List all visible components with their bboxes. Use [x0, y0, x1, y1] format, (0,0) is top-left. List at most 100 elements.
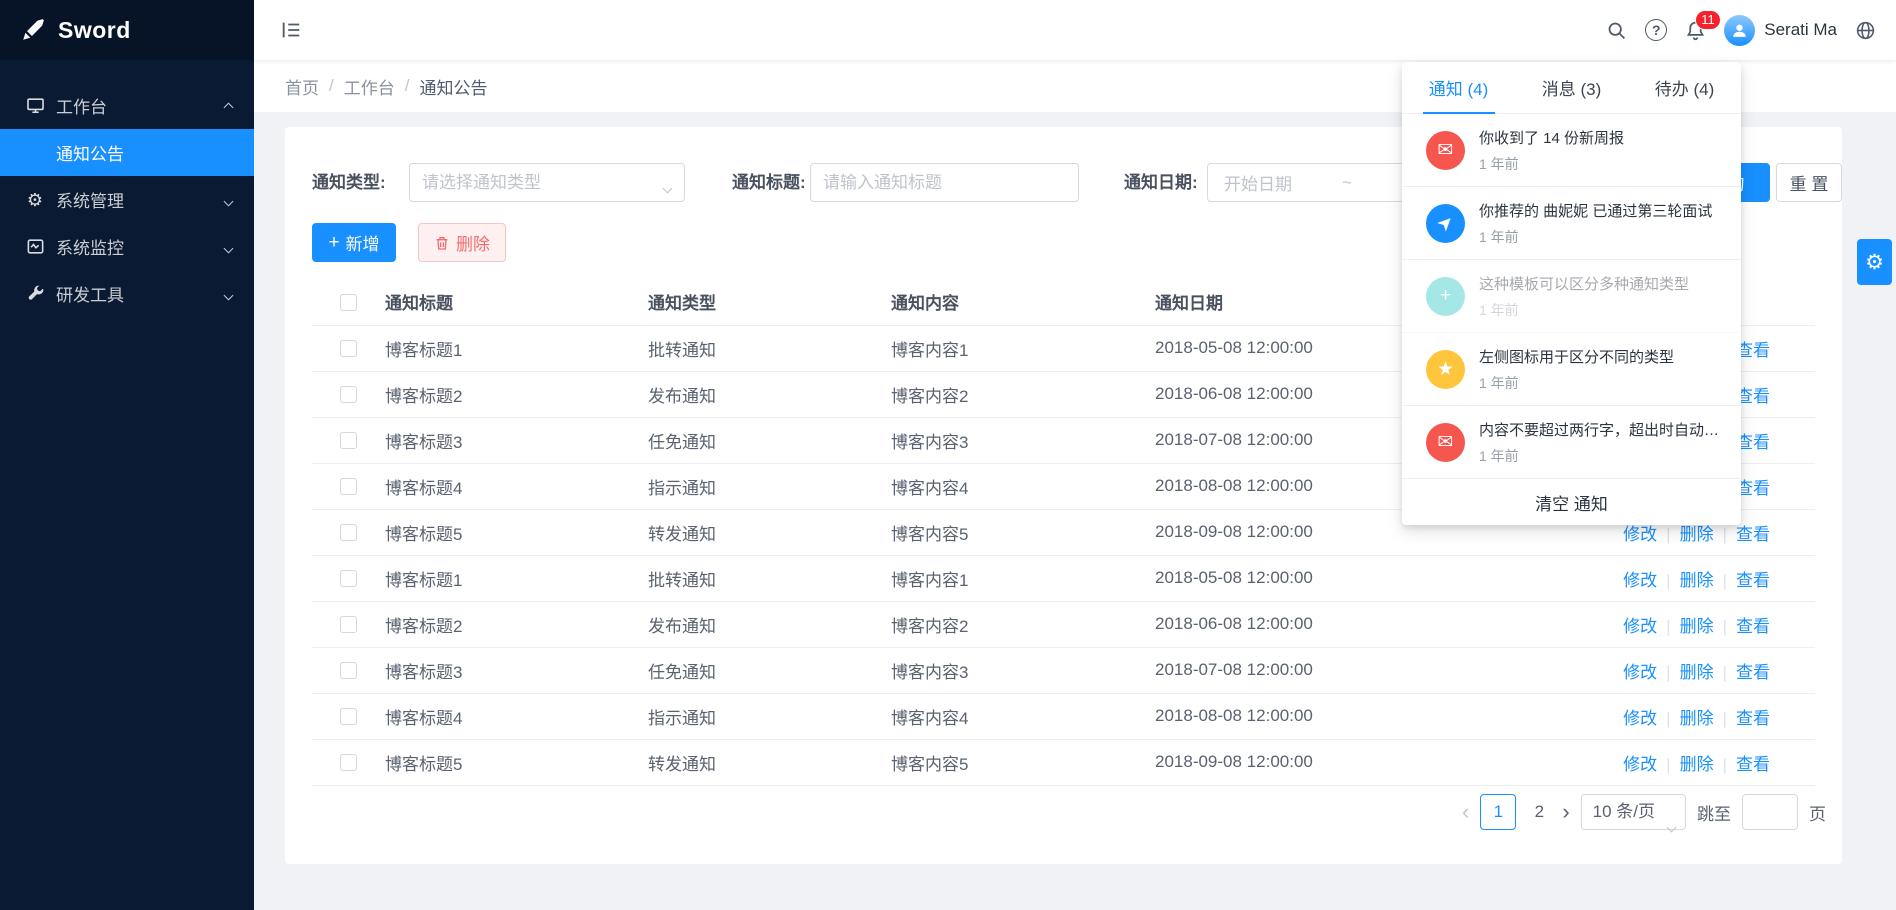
table-row: 博客标题3 任免通知 博客内容3 2018-07-08 12:00:00 修改|…: [312, 647, 1815, 693]
mail-icon: ✉: [1426, 131, 1465, 170]
row-checkbox[interactable]: [340, 386, 357, 403]
view-link[interactable]: 查看: [1736, 525, 1770, 544]
jump-to-label: 跳至: [1697, 800, 1731, 825]
edit-link[interactable]: 修改: [1623, 525, 1657, 544]
edit-link[interactable]: 修改: [1623, 571, 1657, 590]
logo[interactable]: Sword: [0, 0, 254, 60]
row-checkbox[interactable]: [340, 570, 357, 587]
reset-button[interactable]: 重 置: [1776, 163, 1842, 202]
gear-icon: ⚙: [1865, 250, 1884, 275]
notification-item[interactable]: ➤ 你推荐的 曲妮妮 已通过第三轮面试 1 年前: [1402, 187, 1741, 260]
clear-notifications-button[interactable]: 清空 通知: [1402, 479, 1741, 525]
action-divider: |: [1666, 663, 1670, 682]
cell-type: 批转通知: [635, 555, 878, 601]
edit-link[interactable]: 修改: [1623, 617, 1657, 636]
sidebar-item-system-monitor[interactable]: 系统监控: [0, 223, 254, 270]
view-link[interactable]: 查看: [1736, 709, 1770, 728]
row-checkbox[interactable]: [340, 432, 357, 449]
table-row: 博客标题1 批转通知 博客内容1 2018-05-08 12:00:00 修改|…: [312, 555, 1815, 601]
notice-type-select[interactable]: [409, 163, 685, 202]
chevron-down-icon: [1668, 809, 1675, 843]
view-link[interactable]: 查看: [1736, 479, 1770, 498]
add-button[interactable]: + 新增: [312, 223, 396, 262]
cell-content: 博客内容2: [878, 601, 1142, 647]
delete-link[interactable]: 删除: [1680, 617, 1714, 636]
row-checkbox[interactable]: [340, 662, 357, 679]
edit-link[interactable]: 修改: [1623, 755, 1657, 774]
app-window: Sword 工作台 通知公告 ⚙ 系统管理: [0, 0, 1896, 910]
view-link[interactable]: 查看: [1736, 387, 1770, 406]
sword-logo-icon: [20, 17, 46, 43]
delete-link[interactable]: 删除: [1680, 755, 1714, 774]
view-link[interactable]: 查看: [1736, 433, 1770, 452]
notification-item[interactable]: ★ 左侧图标用于区分不同的类型 1 年前: [1402, 333, 1741, 406]
page-number-1[interactable]: 1: [1480, 794, 1516, 830]
row-checkbox[interactable]: [340, 754, 357, 771]
delete-link[interactable]: 删除: [1680, 525, 1714, 544]
notice-date-label: 通知日期:: [1124, 163, 1198, 202]
view-link[interactable]: 查看: [1736, 663, 1770, 682]
notification-item[interactable]: + 这种模板可以区分多种通知类型 1 年前: [1402, 260, 1741, 333]
row-checkbox[interactable]: [340, 708, 357, 725]
delete-button[interactable]: 删除: [418, 223, 506, 262]
page-number-2[interactable]: 2: [1527, 802, 1551, 822]
row-checkbox[interactable]: [340, 524, 357, 541]
table-row: 博客标题5 转发通知 博客内容5 2018-09-08 12:00:00 修改|…: [312, 739, 1815, 785]
row-checkbox[interactable]: [340, 616, 357, 633]
notification-title: 你收到了 14 份新周报: [1479, 127, 1624, 148]
sidebar-item-notice[interactable]: 通知公告: [0, 129, 254, 176]
breadcrumb-section[interactable]: 工作台: [344, 74, 395, 99]
delete-link[interactable]: 删除: [1680, 663, 1714, 682]
view-link[interactable]: 查看: [1736, 341, 1770, 360]
table-toolbar: + 新增 删除: [312, 223, 506, 262]
chevron-down-icon: [664, 179, 671, 197]
cell-date: 2018-07-08 12:00:00: [1142, 417, 1406, 463]
prev-page-button[interactable]: ‹: [1462, 801, 1469, 823]
cell-title: 博客标题3: [372, 417, 635, 463]
edit-link[interactable]: 修改: [1623, 709, 1657, 728]
edit-link[interactable]: 修改: [1623, 663, 1657, 682]
help-icon[interactable]: ?: [1645, 19, 1667, 41]
app-title: Sword: [58, 17, 131, 44]
cell-title: 博客标题4: [372, 693, 635, 739]
cell-content: 博客内容2: [878, 371, 1142, 417]
row-checkbox[interactable]: [340, 478, 357, 495]
delete-link[interactable]: 删除: [1680, 571, 1714, 590]
cell-type: 指示通知: [635, 463, 878, 509]
breadcrumb-home[interactable]: 首页: [285, 74, 319, 99]
page-size-select[interactable]: 10 条/页: [1581, 794, 1686, 830]
notification-item[interactable]: ✉ 内容不要超过两行字，超出时自动截断 1 年前: [1402, 406, 1741, 479]
sidebar-item-label: 研发工具: [56, 281, 124, 306]
tab-notice[interactable]: 通知 (4): [1402, 62, 1515, 113]
action-divider: |: [1666, 709, 1670, 728]
sidebar-item-dev-tools[interactable]: 研发工具: [0, 270, 254, 317]
language-globe-icon[interactable]: [1855, 20, 1876, 41]
trash-icon: [434, 235, 450, 251]
tab-todo[interactable]: 待办 (4): [1628, 62, 1741, 113]
action-divider: |: [1723, 617, 1727, 636]
view-link[interactable]: 查看: [1736, 571, 1770, 590]
user-menu[interactable]: Serati Ma: [1724, 15, 1837, 46]
select-all-checkbox[interactable]: [340, 294, 357, 311]
delete-link[interactable]: 删除: [1680, 709, 1714, 728]
row-checkbox[interactable]: [340, 340, 357, 357]
sidebar-item-workbench[interactable]: 工作台: [0, 82, 254, 129]
notification-dropdown: 通知 (4) 消息 (3) 待办 (4) ✉ 你收到了 14 份新周报 1 年前…: [1402, 62, 1741, 525]
view-link[interactable]: 查看: [1736, 617, 1770, 636]
notice-title-input[interactable]: [811, 164, 1078, 201]
view-link[interactable]: 查看: [1736, 755, 1770, 774]
topbar: ? 11 Serati Ma: [254, 0, 1896, 60]
collapse-sidebar-button[interactable]: [280, 19, 302, 41]
notifications-bell-icon[interactable]: 11: [1685, 20, 1706, 41]
notice-title-field[interactable]: [810, 163, 1079, 202]
user-avatar: [1724, 15, 1755, 46]
settings-fab[interactable]: ⚙: [1857, 239, 1892, 285]
cell-date: 2018-07-08 12:00:00: [1142, 647, 1406, 693]
next-page-button[interactable]: ›: [1562, 801, 1569, 823]
sidebar-item-system-admin[interactable]: ⚙ 系统管理: [0, 176, 254, 223]
notification-item[interactable]: ✉ 你收到了 14 份新周报 1 年前: [1402, 114, 1741, 187]
tab-messages[interactable]: 消息 (3): [1515, 62, 1628, 113]
notice-type-select-input[interactable]: [410, 164, 684, 201]
jump-to-page-input[interactable]: [1742, 794, 1798, 830]
search-icon[interactable]: [1606, 20, 1627, 41]
